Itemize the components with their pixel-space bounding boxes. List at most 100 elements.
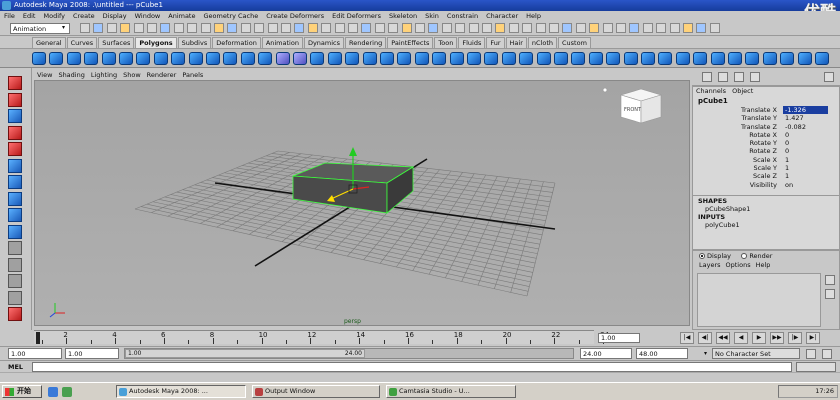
flip-icon[interactable]: [815, 52, 829, 65]
poly-torus-icon[interactable]: [119, 52, 133, 65]
layer-editor-icon[interactable]: [750, 72, 760, 82]
show-hide-icon[interactable]: [281, 23, 291, 33]
window-title-bar[interactable]: Autodesk Maya 2008: .\untitled --- pCube…: [0, 0, 840, 11]
current-time-marker[interactable]: [36, 332, 40, 344]
panel-menu-view[interactable]: View: [34, 70, 55, 80]
step-back-button[interactable]: ◀|: [698, 332, 712, 344]
snap-curve-icon[interactable]: [388, 23, 399, 33]
select-object-icon[interactable]: [133, 23, 144, 33]
menu-animate[interactable]: Animate: [164, 11, 199, 21]
show-hide-icon[interactable]: [709, 23, 720, 33]
poly-pipe-icon[interactable]: [171, 52, 186, 65]
panel-menu-shading[interactable]: Shading: [55, 70, 87, 80]
current-frame-field[interactable]: 1.00: [598, 333, 640, 343]
new-scene-icon[interactable]: [508, 23, 519, 33]
channel-menu-channels[interactable]: Channels: [693, 87, 729, 96]
step-forward-key-button[interactable]: ▶▶: [770, 332, 784, 344]
save-scene-icon[interactable]: [106, 23, 117, 33]
channel-value-field[interactable]: on: [783, 181, 828, 189]
tab-general[interactable]: General: [32, 37, 66, 48]
select-object-icon[interactable]: [562, 23, 573, 33]
display-radio[interactable]: [699, 253, 705, 259]
animation-prefs-icon[interactable]: [822, 349, 832, 359]
poly-helix-icon[interactable]: [188, 52, 203, 65]
tab-painteffects[interactable]: PaintEffects: [387, 37, 434, 48]
channel-value-field[interactable]: 1: [783, 156, 828, 164]
render-settings-icon[interactable]: [254, 23, 265, 33]
menu-help[interactable]: Help: [522, 11, 545, 21]
input-node[interactable]: polyCube1: [693, 221, 839, 229]
boolean-diff-icon[interactable]: [310, 52, 325, 65]
time-slider[interactable]: 24681012141618202224: [34, 330, 609, 344]
new-scene-icon[interactable]: [294, 23, 305, 33]
layer-options-icon[interactable]: [825, 289, 835, 299]
poly-cone-icon[interactable]: [84, 52, 99, 65]
separate-icon[interactable]: [240, 52, 255, 65]
layer-menu-options[interactable]: Options: [726, 261, 751, 269]
select-hierarchy-icon[interactable]: [120, 23, 131, 33]
tab-custom[interactable]: Custom: [558, 37, 591, 48]
play-forwards-button[interactable]: ▶: [752, 332, 766, 344]
extrude-icon[interactable]: [432, 52, 447, 65]
range-slider[interactable]: 1.00 24.00: [124, 348, 574, 359]
snap-surface-icon[interactable]: [629, 23, 640, 33]
channel-value-field[interactable]: 0: [783, 147, 828, 155]
tab-surfaces[interactable]: Surfaces: [98, 37, 135, 48]
tab-hair[interactable]: Hair: [505, 37, 527, 48]
split-icon[interactable]: [484, 52, 499, 65]
layout-persp-graph-icon[interactable]: [4, 289, 26, 307]
range-slider-handle[interactable]: 1.00 24.00: [125, 349, 365, 358]
ipr-render-icon[interactable]: [455, 23, 466, 33]
sew-uv-icon[interactable]: [745, 52, 760, 65]
rotate-tool-icon[interactable]: [4, 140, 26, 158]
taskbar-item-1[interactable]: Autodesk Maya 2008: ...: [116, 385, 246, 398]
tab-toon[interactable]: Toon: [434, 37, 458, 48]
menu-constrain[interactable]: Constrain: [443, 11, 482, 21]
history-icon[interactable]: [642, 23, 653, 33]
quadrangulate-icon[interactable]: [414, 52, 429, 65]
tool-settings-icon[interactable]: [734, 72, 744, 82]
fill-hole-icon[interactable]: [362, 52, 377, 65]
select-component-icon[interactable]: [147, 23, 157, 33]
layout-uv-icon[interactable]: [780, 52, 795, 65]
snap-grid-icon[interactable]: [374, 23, 385, 33]
new-scene-icon[interactable]: [80, 23, 90, 33]
go-to-end-button[interactable]: ▶|: [806, 332, 820, 344]
poly-pyramid-icon[interactable]: [153, 52, 168, 65]
layer-list[interactable]: [697, 273, 821, 327]
channel-value-field[interactable]: 1: [783, 164, 828, 172]
go-to-start-button[interactable]: |◀: [680, 332, 694, 344]
render-radio[interactable]: [741, 253, 748, 259]
taskbar-item-2[interactable]: Output Window: [252, 385, 380, 398]
open-scene-icon[interactable]: [307, 23, 318, 33]
new-layer-icon[interactable]: [825, 275, 835, 285]
attribute-editor-icon[interactable]: [718, 72, 728, 82]
quick-launch-desktop-icon[interactable]: [62, 387, 72, 397]
normalize-icon[interactable]: [797, 52, 812, 65]
snap-surface-icon[interactable]: [415, 23, 425, 33]
persp-viewport[interactable]: FRONT persp: [34, 80, 690, 326]
offset-loop-icon[interactable]: [519, 52, 534, 65]
auto-key-icon[interactable]: [806, 349, 816, 359]
reduce-icon[interactable]: [380, 52, 394, 65]
tab-fur[interactable]: Fur: [486, 37, 505, 48]
menu-display[interactable]: Display: [99, 11, 131, 21]
channel-value-field[interactable]: -0.082: [783, 123, 828, 131]
snap-point-icon[interactable]: [616, 23, 626, 33]
channel-value-field[interactable]: 0: [783, 139, 828, 147]
play-backwards-button[interactable]: ◀: [734, 332, 748, 344]
channel-value-field[interactable]: 1.427: [783, 114, 828, 122]
bevel-icon[interactable]: [536, 52, 551, 65]
channel-value-field[interactable]: 1: [783, 172, 828, 180]
panel-menu-lighting[interactable]: Lighting: [88, 70, 120, 80]
menu-create[interactable]: Create: [69, 11, 99, 21]
expand-panel-icon[interactable]: [824, 72, 834, 82]
planar-map-icon[interactable]: [658, 52, 673, 65]
combine-icon[interactable]: [223, 52, 238, 65]
poly-soccer-icon[interactable]: [206, 52, 220, 65]
chamfer-icon[interactable]: [623, 52, 638, 65]
render-frame-icon[interactable]: [441, 23, 452, 33]
tab-polygons[interactable]: Polygons: [135, 37, 177, 48]
start-button[interactable]: 开始: [2, 385, 42, 398]
menu-character[interactable]: Character: [482, 11, 522, 21]
